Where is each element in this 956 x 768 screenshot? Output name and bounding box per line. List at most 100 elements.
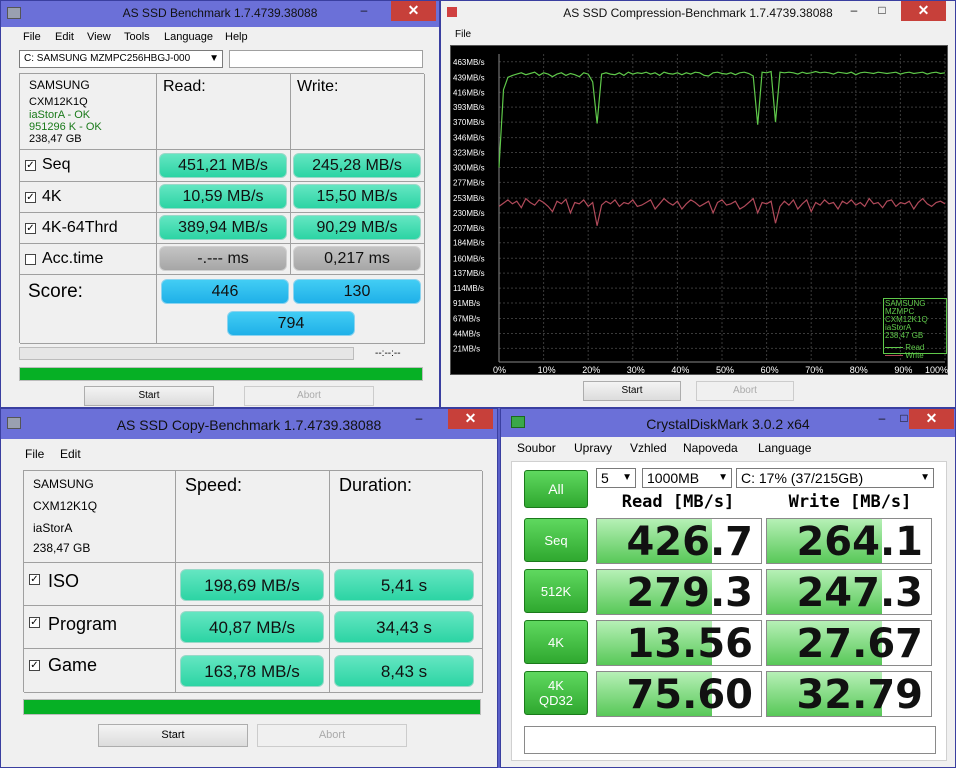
menu-soubor[interactable]: Soubor (517, 441, 556, 455)
chart-legend: SAMSUNG MZMPC CXM12K1Q iaStorA 238,47 GB… (883, 298, 947, 360)
menu-edit[interactable]: Edit (55, 31, 74, 43)
write-header: Write: (297, 78, 339, 95)
program-label-cell: ✓ Program (24, 606, 176, 649)
menu-upravy[interactable]: Upravy (574, 441, 612, 455)
x-tick-label: 30% (627, 365, 645, 375)
menu-language[interactable]: Language (164, 31, 213, 43)
run-seq-button[interactable]: Seq (524, 518, 588, 562)
maximize-button[interactable]: □ (869, 1, 895, 21)
menu-file[interactable]: File (25, 447, 44, 461)
read-result-3: 75.60 (596, 671, 762, 717)
y-tick-label: 114MB/s (453, 284, 484, 293)
drive-firmware: CXM12K1Q (29, 96, 88, 108)
y-tick-label: 277MB/s (453, 178, 485, 187)
drive-extra-field[interactable] (229, 50, 423, 68)
drive-model: SAMSUNG (29, 78, 90, 92)
legend-write: Write (885, 352, 945, 360)
start-button[interactable]: Start (98, 724, 248, 747)
test-size-select[interactable]: 1000MB ▼ (642, 468, 732, 488)
program-duration-cell: 34,43 s (330, 606, 483, 649)
y-tick-label: 91MB/s (453, 299, 480, 308)
iso-label-cell: ✓ ISO (24, 563, 176, 606)
drive-select-value: C: SAMSUNG MZMPC256HBGJ-000 (24, 53, 191, 64)
read-result-2: 13.56 (596, 620, 762, 666)
x-tick-label: 10% (538, 365, 556, 375)
start-button[interactable]: Start (84, 386, 214, 406)
close-button[interactable]: ✕ (909, 409, 954, 429)
game-speed-value: 163,78 MB/s (180, 655, 324, 687)
abort-button[interactable]: Abort (257, 724, 407, 747)
drive-select[interactable]: C: 17% (37/215GB) ▼ (736, 468, 934, 488)
acctime-write-value: 0,217 ms (293, 246, 421, 271)
y-tick-label: 207MB/s (453, 224, 485, 233)
menu-view[interactable]: View (87, 31, 111, 43)
game-checkbox[interactable]: ✓ (29, 660, 40, 671)
run-all-button[interactable]: All (524, 470, 588, 508)
abort-button[interactable]: Abort (696, 381, 794, 401)
title-bar: AS SSD Benchmark 1.7.4739.38088 – ✕ (1, 1, 439, 27)
4k64-label: 4K-64Thrd (42, 219, 118, 236)
close-button[interactable]: ✕ (391, 1, 436, 21)
minimize-button[interactable]: – (406, 409, 432, 429)
write-result-value: 32.79 (796, 672, 923, 717)
test-count-select[interactable]: 5 ▼ (596, 468, 636, 488)
menu-vzhled[interactable]: Vzhled (630, 441, 667, 455)
title-bar: AS SSD Compression-Benchmark 1.7.4739.38… (441, 1, 955, 27)
run-button-label: 4K QD32 (539, 678, 573, 708)
close-button[interactable]: ✕ (448, 409, 493, 429)
y-tick-label: 416MB/s (453, 88, 485, 97)
run-4k-qd32-button[interactable]: 4K QD32 (524, 671, 588, 715)
4k64-checkbox[interactable]: ✓ (25, 223, 36, 234)
copy-benchmark-window: AS SSD Copy-Benchmark 1.7.4739.38088 – ✕… (0, 408, 498, 768)
program-checkbox[interactable]: ✓ (29, 617, 40, 628)
comment-field[interactable] (524, 726, 936, 754)
iso-label: ISO (48, 571, 80, 591)
duration-header-cell: Duration: (330, 471, 483, 563)
close-button[interactable]: ✕ (901, 1, 946, 21)
speed-header-cell: Speed: (176, 471, 330, 563)
seq-write-value: 245,28 MB/s (293, 153, 421, 178)
seq-label: Seq (42, 156, 71, 173)
menu-file[interactable]: File (455, 29, 471, 40)
4k-checkbox[interactable]: ✓ (25, 192, 36, 203)
compression-benchmark-window: AS SSD Compression-Benchmark 1.7.4739.38… (440, 0, 956, 408)
abort-button[interactable]: Abort (244, 386, 374, 406)
y-tick-label: 393MB/s (453, 103, 485, 112)
iso-checkbox[interactable]: ✓ (29, 574, 40, 585)
write-result-0: 264.1 (766, 518, 932, 564)
menu-tools[interactable]: Tools (124, 31, 150, 43)
score-label-cell: Score: (20, 275, 157, 344)
read-result-0: 426.7 (596, 518, 762, 564)
4k-write-cell: 15,50 MB/s (291, 182, 425, 213)
minimize-button[interactable]: – (351, 1, 377, 21)
start-button[interactable]: Start (583, 381, 681, 401)
run-512k-button[interactable]: 512K (524, 569, 588, 613)
sub-progress-bar (19, 347, 354, 360)
acctime-checkbox[interactable] (25, 254, 36, 265)
alignment-status: 951296 K - OK (29, 121, 102, 133)
x-tick-label: 70% (805, 365, 823, 375)
menu-language[interactable]: Language (758, 441, 811, 455)
driver-status: iaStorA - OK (29, 109, 91, 121)
menu-file[interactable]: File (23, 31, 41, 43)
iso-duration-value: 5,41 s (334, 569, 474, 601)
write-result-value: 264.1 (796, 519, 923, 564)
read-header-cell: Read: (157, 74, 291, 150)
drive-select[interactable]: C: SAMSUNG MZMPC256HBGJ-000 ▼ (19, 50, 223, 68)
run-4k-button[interactable]: 4K (524, 620, 588, 664)
menu-help[interactable]: Help (225, 31, 248, 43)
menu-edit[interactable]: Edit (60, 447, 81, 461)
iso-speed-value: 198,69 MB/s (180, 569, 324, 601)
run-all-label: All (548, 481, 564, 497)
minimize-button[interactable]: – (841, 1, 867, 21)
duration-header: Duration: (339, 475, 413, 495)
game-label-cell: ✓ Game (24, 649, 176, 693)
seq-checkbox[interactable]: ✓ (25, 160, 36, 171)
drive-size: 238,47 GB (33, 541, 91, 555)
menu-napoveda[interactable]: Napoveda (683, 441, 738, 455)
test-count-value: 5 (601, 470, 609, 486)
read-result-value: 279.3 (626, 570, 753, 615)
x-tick-label: 50% (716, 365, 734, 375)
read-result-value: 75.60 (626, 672, 753, 717)
acctime-label: Acc.time (42, 250, 104, 267)
